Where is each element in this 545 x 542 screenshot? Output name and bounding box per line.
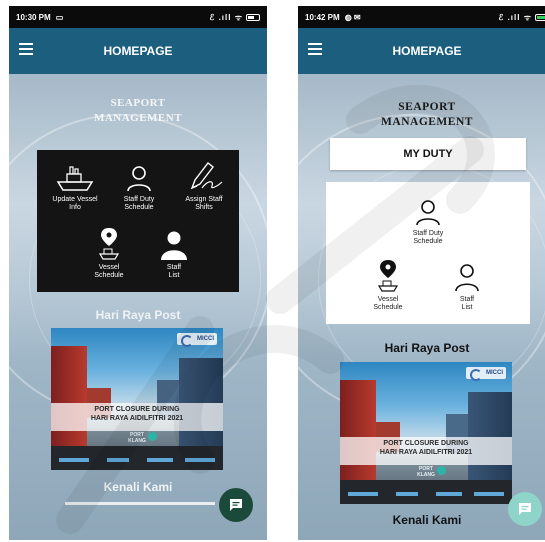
menu-label: Shifts (195, 204, 213, 211)
post-footer-strip (51, 446, 223, 470)
menu-label: Assign Staff (185, 196, 223, 203)
vessel-location-icon (98, 228, 120, 260)
menu-label: Schedule (124, 204, 154, 211)
signal-icons: ℰ .ıll ᯤ (209, 12, 243, 22)
hamburger-menu-icon[interactable] (19, 43, 33, 55)
menu-label: Info (69, 204, 81, 211)
post-headline-line: HARI RAYA AIDILFITRI 2021 (379, 449, 473, 456)
menu-staff-duty-schedule[interactable]: Staff Duty Schedule (398, 198, 458, 246)
chat-icon (519, 503, 531, 515)
hamburger-menu-icon[interactable] (308, 43, 322, 55)
status-time: 10:42 PM (305, 12, 340, 22)
chat-button[interactable] (508, 492, 542, 526)
brand-line-1: SEAPORT (398, 101, 456, 113)
port-klang-logo: PORT KLANG (121, 432, 157, 444)
menu-update-vessel-info[interactable]: Update Vessel Info (45, 164, 105, 212)
port-klang-logo: PORT KLANG (410, 466, 446, 478)
page-title: HOMEPAGE (392, 44, 462, 58)
person-outline-icon (455, 264, 479, 292)
menu-label: Schedule (94, 272, 124, 279)
chat-icon (230, 499, 242, 511)
menu-label: List (461, 304, 473, 311)
ship-icon (56, 166, 94, 191)
brand-line-2: MANAGEMENT (381, 116, 473, 128)
menu-label: Staff (166, 264, 182, 271)
micci-logo: MICCI (466, 367, 506, 381)
battery-icon (535, 13, 545, 21)
status-bar: 10:42 PM ◍ ✉ ℰ .ıll ᯤ (298, 6, 545, 28)
chat-button[interactable] (219, 488, 253, 522)
person-filled-icon (161, 231, 187, 260)
menu-label: Staff (459, 296, 475, 303)
section-title-about: Kenali Kami (392, 513, 462, 527)
divider (65, 502, 215, 505)
post-headline: PORT CLOSURE DURING HARI RAYA AIDILFITRI… (51, 405, 223, 423)
section-title-post: Hari Raya Post (95, 308, 181, 322)
post-card[interactable]: MICCI PORT CLOSURE DURING HARI RAYA AIDI… (340, 362, 512, 504)
phone-screen-left: 10:30 PM ▭ ℰ .ıll ᯤ HOMEPAGE SEAPORT MAN… (9, 6, 267, 540)
person-outline-icon (127, 166, 151, 192)
brand-title: SEAPORT MANAGEMENT (9, 96, 267, 126)
my-duty-button[interactable]: MY DUTY (330, 138, 526, 170)
phone-screen-right: 10:42 PM ◍ ✉ ℰ .ıll ᯤ HOMEPAGE SEAPORT M… (298, 6, 545, 540)
post-headline-line: PORT CLOSURE DURING (94, 406, 180, 413)
battery-icon (246, 13, 260, 21)
status-time: 10:30 PM (16, 12, 51, 22)
menu-label: Staff Duty (123, 196, 155, 203)
post-headline-line: HARI RAYA AIDILFITRI 2021 (90, 415, 184, 422)
menu-card: Update Vessel Info Staff Duty Schedule A… (37, 150, 239, 292)
menu-label: Staff Duty (412, 230, 444, 237)
brand-title: SEAPORT MANAGEMENT (298, 100, 545, 130)
micci-logo: MICCI (177, 333, 217, 347)
menu-card: Staff Duty Schedule Vessel Schedule Staf… (326, 182, 530, 324)
post-headline: PORT CLOSURE DURING HARI RAYA AIDILFITRI… (340, 439, 512, 457)
section-title-post: Hari Raya Post (384, 341, 470, 355)
menu-label: List (168, 272, 180, 279)
person-outline-icon (416, 200, 440, 226)
post-footer-strip (340, 480, 512, 504)
menu-staff-list[interactable]: Staff List (149, 230, 199, 280)
menu-label: Vessel (377, 296, 399, 303)
status-bar: 10:30 PM ▭ ℰ .ıll ᯤ (9, 6, 267, 28)
menu-label: Schedule (413, 238, 443, 245)
brand-line-2: MANAGEMENT (93, 112, 183, 124)
background-image (9, 74, 267, 540)
page-title: HOMEPAGE (103, 44, 173, 58)
app-bar: HOMEPAGE (298, 28, 545, 74)
post-headline-line: PORT CLOSURE DURING (383, 440, 469, 447)
menu-label: Schedule (373, 304, 403, 311)
screen-icon: ▭ (55, 12, 64, 22)
notification-icons: ◍ ✉ (344, 12, 361, 22)
brand-line-1: SEAPORT (110, 97, 166, 109)
menu-staff-list[interactable]: Staff List (442, 262, 492, 312)
post-card[interactable]: MICCI PORT CLOSURE DURING HARI RAYA AIDI… (51, 328, 223, 470)
app-bar: HOMEPAGE (9, 28, 267, 74)
menu-assign-staff-shifts[interactable]: Assign Staff Shifts (173, 160, 235, 212)
menu-label: Update Vessel (52, 196, 98, 203)
menu-label: Vessel (98, 264, 120, 271)
pen-icon (190, 162, 223, 190)
menu-staff-duty-schedule[interactable]: Staff Duty Schedule (109, 164, 169, 212)
vessel-location-icon (377, 260, 399, 292)
signal-icons: ℰ .ıll ᯤ (498, 12, 532, 22)
menu-vessel-schedule[interactable]: Vessel Schedule (360, 258, 416, 312)
menu-vessel-schedule[interactable]: Vessel Schedule (81, 226, 137, 280)
